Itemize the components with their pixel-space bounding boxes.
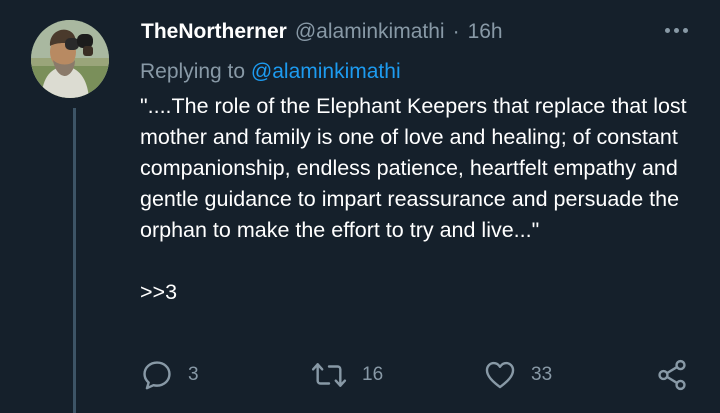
- tweet-body: "....The role of the Elephant Keepers th…: [140, 91, 700, 308]
- reply-bubble-icon: [143, 361, 171, 390]
- user-handle[interactable]: @alaminkimathi: [295, 20, 445, 44]
- timestamp[interactable]: 16h: [468, 20, 503, 44]
- replying-to: Replying to @alaminkimathi: [140, 60, 401, 84]
- display-name[interactable]: TheNortherner: [141, 20, 287, 44]
- like-count: 33: [531, 364, 553, 385]
- action-bar: 3 16 33: [0, 355, 720, 395]
- avatar[interactable]: [31, 20, 109, 98]
- reply-count: 3: [188, 364, 199, 385]
- heart-icon: [485, 361, 515, 389]
- like-button[interactable]: 33: [483, 355, 552, 395]
- reply-button[interactable]: 3: [140, 355, 199, 395]
- replying-mention-link[interactable]: @alaminkimathi: [251, 60, 401, 83]
- avatar-photo: [31, 20, 109, 98]
- share-nodes-icon: [658, 359, 686, 391]
- retweet-arrows-icon: [311, 363, 347, 387]
- tweet-text: "....The role of the Elephant Keepers th…: [140, 94, 687, 242]
- more-dots-icon[interactable]: [665, 28, 688, 33]
- separator-dot: ·: [452, 20, 460, 43]
- replying-prefix: Replying to: [140, 60, 246, 83]
- retweet-button[interactable]: 16: [310, 355, 383, 395]
- tweet[interactable]: TheNortherner @alaminkimathi · 16h Reply…: [0, 0, 720, 413]
- tweet-signoff: >>3: [140, 280, 178, 304]
- retweet-count: 16: [362, 364, 384, 385]
- share-button[interactable]: [655, 355, 689, 395]
- tweet-header: TheNortherner @alaminkimathi · 16h: [141, 18, 503, 46]
